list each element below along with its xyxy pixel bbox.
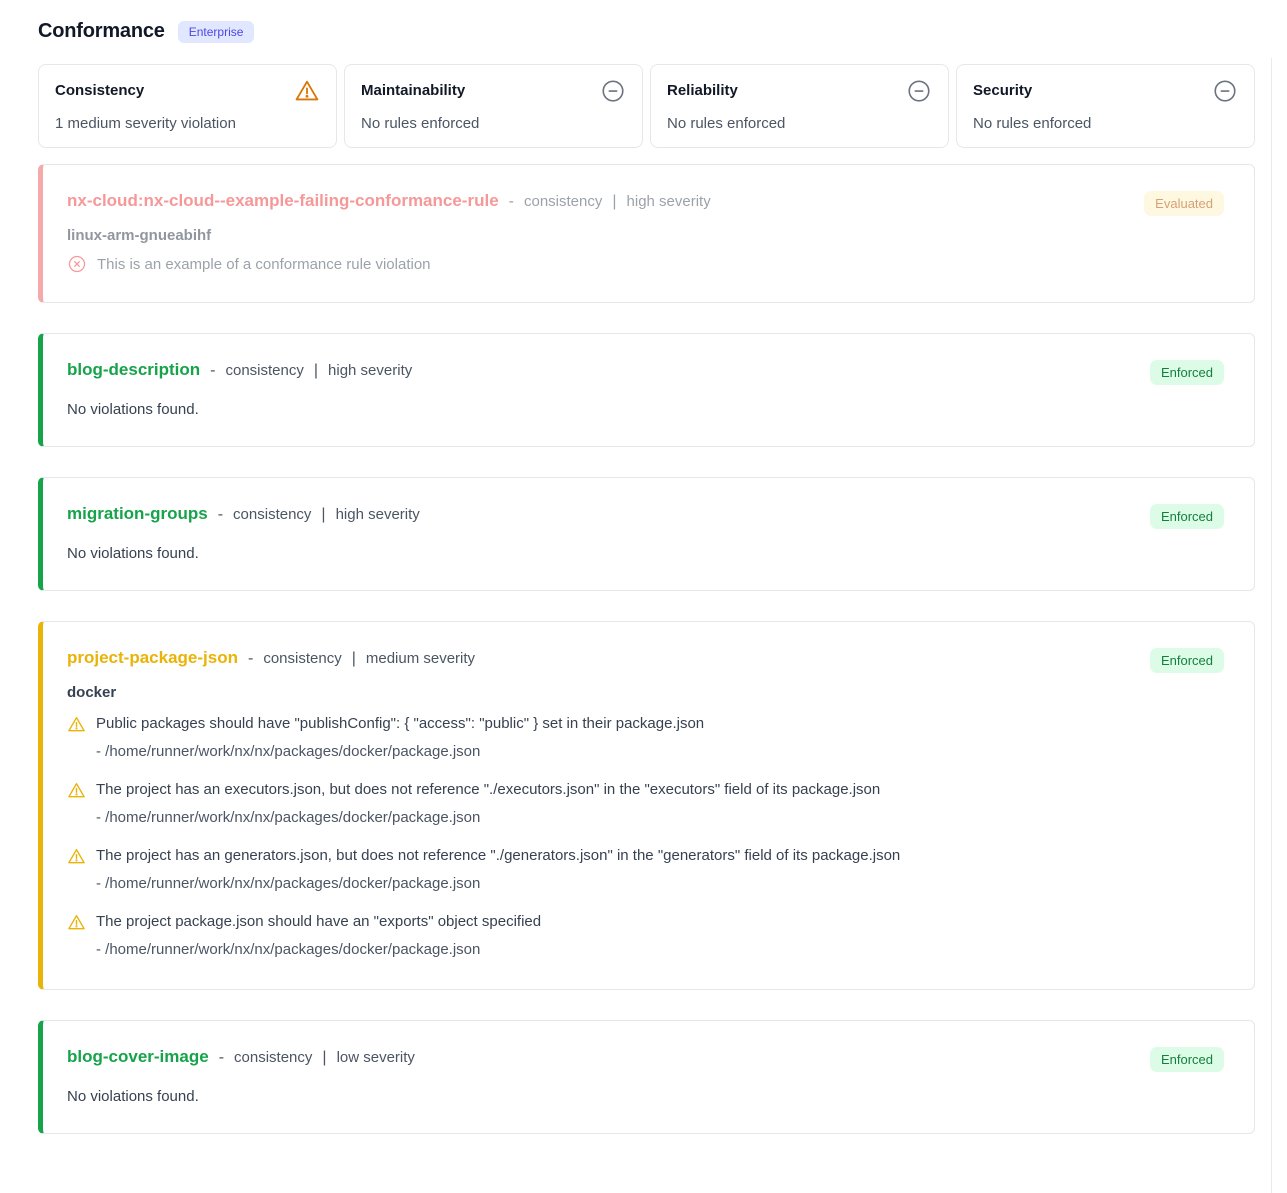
summary-card-title: Maintainability <box>361 78 465 99</box>
project-name: docker <box>67 684 1224 701</box>
summary-card-status: No rules enforced <box>361 115 626 132</box>
meta-dash: - <box>219 1049 224 1067</box>
warning-triangle-icon <box>67 847 86 866</box>
summary-cards: Consistency 1 medium severity violation … <box>38 64 1255 148</box>
meta-pipe: | <box>321 506 325 524</box>
rule-severity: high severity <box>328 362 412 379</box>
meta-pipe: | <box>322 1049 326 1067</box>
warning-triangle-icon <box>67 715 86 734</box>
page-title: Conformance <box>38 20 165 43</box>
enterprise-badge: Enterprise <box>178 21 255 43</box>
violation-message: The project has an generators.json, but … <box>96 845 900 867</box>
error-circle-icon <box>67 254 87 274</box>
violation-path: - /home/runner/work/nx/nx/packages/docke… <box>96 741 1224 763</box>
rule-severity: medium severity <box>366 650 475 667</box>
violation-item: The project has an executors.json, but d… <box>67 779 1224 829</box>
no-violations-text: No violations found. <box>67 401 1224 418</box>
meta-dash: - <box>210 362 215 380</box>
meta-dash: - <box>218 506 223 524</box>
violation-message: This is an example of a conformance rule… <box>97 256 431 273</box>
summary-card-status: 1 medium severity violation <box>55 115 320 132</box>
rule-severity: low severity <box>337 1049 415 1066</box>
summary-card-reliability[interactable]: Reliability No rules enforced <box>650 64 949 148</box>
violation-path: - /home/runner/work/nx/nx/packages/docke… <box>96 939 1224 961</box>
rule-severity: high severity <box>336 506 420 523</box>
summary-card-status: No rules enforced <box>973 115 1238 132</box>
minus-circle-icon <box>1212 78 1238 104</box>
violation-message: Public packages should have "publishConf… <box>96 713 704 735</box>
summary-card-title: Consistency <box>55 78 144 99</box>
violation-item: The project package.json should have an … <box>67 911 1224 961</box>
conformance-page: Conformance Enterprise Consistency 1 med… <box>0 0 1287 1134</box>
minus-circle-icon <box>906 78 932 104</box>
status-badge: Evaluated <box>1144 191 1224 216</box>
rule-card-migration-groups: migration-groups - consistency | high se… <box>38 477 1255 591</box>
rule-name-link[interactable]: blog-cover-image <box>67 1047 209 1067</box>
violation-list: Public packages should have "publishConf… <box>67 713 1224 961</box>
status-badge: Enforced <box>1150 360 1224 385</box>
status-badge: Enforced <box>1150 504 1224 529</box>
rule-severity: high severity <box>627 193 711 210</box>
violation-item: The project has an generators.json, but … <box>67 845 1224 895</box>
warning-triangle-icon <box>294 78 320 104</box>
meta-dash: - <box>509 193 514 211</box>
rule-card-example-failing-conformance-rule: nx-cloud:nx-cloud--example-failing-confo… <box>38 164 1255 303</box>
scroll-area-divider <box>1271 58 1272 1193</box>
rule-category: consistency <box>263 650 341 667</box>
minus-circle-icon <box>600 78 626 104</box>
summary-card-status: No rules enforced <box>667 115 932 132</box>
status-badge: Enforced <box>1150 1047 1224 1072</box>
no-violations-text: No violations found. <box>67 545 1224 562</box>
meta-dash: - <box>248 650 253 668</box>
rule-category: consistency <box>524 193 602 210</box>
meta-pipe: | <box>612 193 616 211</box>
rule-card-project-package-json: project-package-json - consistency | med… <box>38 621 1255 990</box>
meta-pipe: | <box>314 362 318 380</box>
summary-card-title: Security <box>973 78 1032 99</box>
warning-triangle-icon <box>67 781 86 800</box>
violation-path: - /home/runner/work/nx/nx/packages/docke… <box>96 873 1224 895</box>
violation-message: The project package.json should have an … <box>96 911 541 933</box>
violation-item: Public packages should have "publishConf… <box>67 713 1224 763</box>
rule-card-blog-description: blog-description - consistency | high se… <box>38 333 1255 447</box>
project-name: linux-arm-gnueabihf <box>67 227 1224 244</box>
summary-card-maintainability[interactable]: Maintainability No rules enforced <box>344 64 643 148</box>
status-badge: Enforced <box>1150 648 1224 673</box>
warning-triangle-icon <box>67 913 86 932</box>
violation-message: The project has an executors.json, but d… <box>96 779 880 801</box>
summary-card-consistency[interactable]: Consistency 1 medium severity violation <box>38 64 337 148</box>
rule-category: consistency <box>234 1049 312 1066</box>
rule-name-link[interactable]: migration-groups <box>67 504 208 524</box>
rule-category: consistency <box>233 506 311 523</box>
rule-category: consistency <box>226 362 304 379</box>
rule-name-link[interactable]: nx-cloud:nx-cloud--example-failing-confo… <box>67 191 499 211</box>
rule-name-link[interactable]: project-package-json <box>67 648 238 668</box>
summary-card-security[interactable]: Security No rules enforced <box>956 64 1255 148</box>
rule-name-link[interactable]: blog-description <box>67 360 200 380</box>
summary-card-title: Reliability <box>667 78 738 99</box>
page-header: Conformance Enterprise <box>38 20 1255 43</box>
violation-path: - /home/runner/work/nx/nx/packages/docke… <box>96 807 1224 829</box>
rule-card-blog-cover-image: blog-cover-image - consistency | low sev… <box>38 1020 1255 1134</box>
no-violations-text: No violations found. <box>67 1088 1224 1105</box>
meta-pipe: | <box>352 650 356 668</box>
